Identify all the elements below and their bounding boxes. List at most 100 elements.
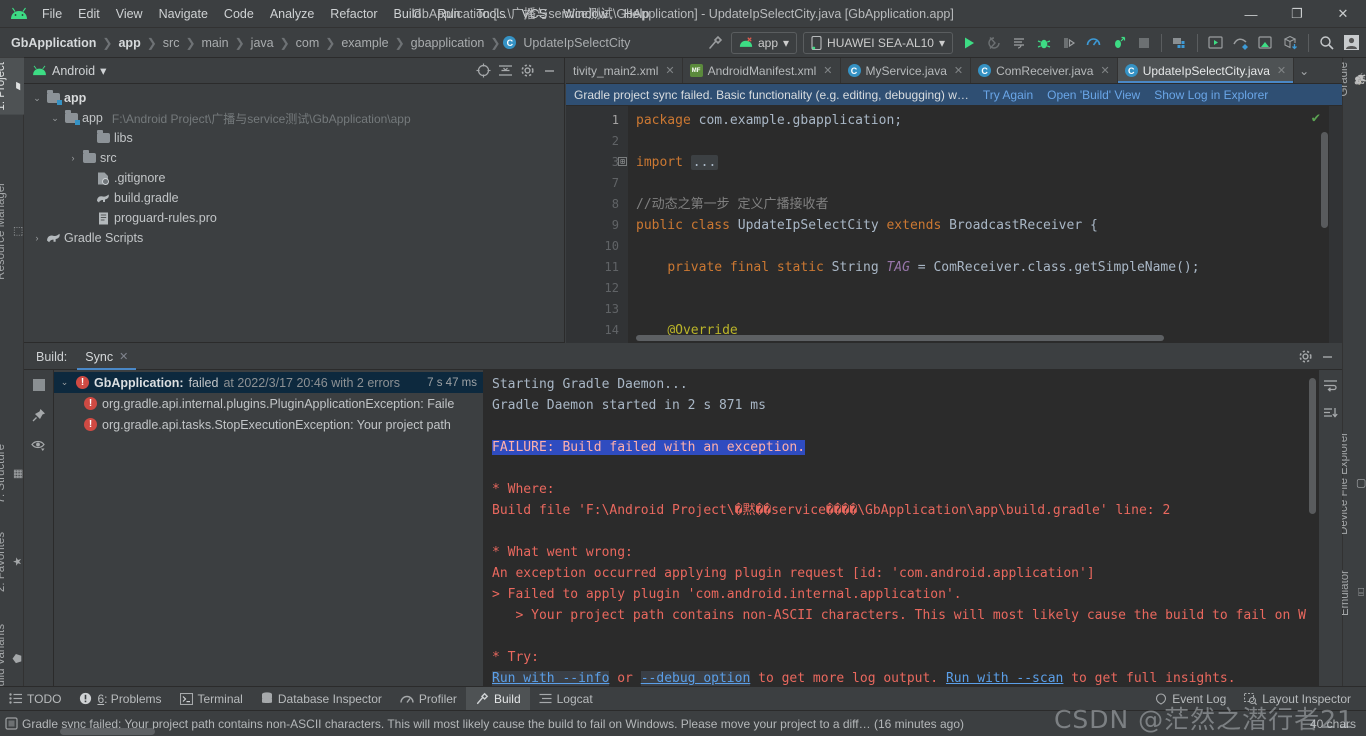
editor-vertical-scrollbar[interactable]	[1321, 132, 1328, 228]
close-icon[interactable]: ✕	[1098, 64, 1109, 77]
minimize-button[interactable]: —	[1228, 0, 1274, 28]
tab-myservice-java[interactable]: C MyService.java ✕	[841, 58, 972, 83]
tree-node-app-root[interactable]: ⌄ app	[24, 88, 564, 108]
run-with-info-link[interactable]: Run with --info	[492, 671, 610, 686]
chevron-right-icon[interactable]: ›	[66, 153, 80, 163]
debug-icon[interactable]	[1031, 30, 1056, 55]
breadcrumb-item-gbapplication[interactable]: gbapplication	[408, 34, 488, 52]
open-build-view-link[interactable]: Open 'Build' View	[1047, 88, 1140, 102]
chevron-down-icon[interactable]: ⌄	[30, 93, 44, 104]
menu-refactor[interactable]: Refactor	[322, 4, 385, 24]
avd-manager-icon[interactable]	[1203, 30, 1228, 55]
breadcrumb-item-example[interactable]: example	[338, 34, 391, 52]
menu-code[interactable]: Code	[216, 4, 262, 24]
scroll-to-end-icon[interactable]	[1320, 402, 1342, 424]
build-variant-icon[interactable]	[1278, 30, 1303, 55]
sidebar-item-device-file-explorer[interactable]: ▢ Device File Explorer	[1338, 428, 1366, 539]
account-icon[interactable]	[1339, 30, 1364, 55]
profiler-icon[interactable]	[1081, 30, 1106, 55]
close-button[interactable]: ✕	[1320, 0, 1366, 28]
stop-icon[interactable]	[28, 374, 50, 396]
try-again-link[interactable]: Try Again	[983, 88, 1033, 102]
device-manager-icon[interactable]	[1253, 30, 1278, 55]
bottom-item-profiler[interactable]: Profiler	[391, 687, 466, 711]
search-icon[interactable]	[1314, 30, 1339, 55]
build-tree-row-error-1[interactable]: ! org.gradle.api.internal.plugins.Plugin…	[54, 393, 483, 414]
menu-vcs[interactable]: VCS	[513, 4, 555, 24]
breadcrumb-item-app[interactable]: app	[115, 34, 143, 52]
breadcrumb-item-src[interactable]: src	[160, 34, 183, 52]
breadcrumb-item-project[interactable]: GbApplication	[8, 34, 99, 52]
close-icon[interactable]: ✕	[119, 350, 128, 363]
debug-option-link[interactable]: --debug option	[640, 671, 751, 686]
sidebar-item-project[interactable]: ▰ 1: Project	[0, 58, 24, 115]
menu-build[interactable]: Build	[386, 4, 430, 24]
tab-comreceiver-java[interactable]: C ComReceiver.java ✕	[971, 58, 1118, 83]
build-tree-row-root[interactable]: ⌄ ! GbApplication: failed at 2022/3/17 2…	[54, 372, 483, 393]
tab-sync[interactable]: Sync ✕	[77, 344, 136, 370]
bottom-item-database-inspector[interactable]: Database Inspector	[252, 687, 391, 711]
target-icon[interactable]	[472, 60, 494, 82]
notification-icon[interactable]	[0, 717, 22, 730]
show-log-in-explorer-link[interactable]: Show Log in Explorer	[1154, 88, 1268, 102]
layout-editor-icon[interactable]	[1228, 30, 1253, 55]
bottom-item-build[interactable]: Build	[465, 686, 530, 711]
chevron-right-icon[interactable]: ›	[30, 233, 44, 243]
collapse-all-icon[interactable]	[494, 60, 516, 82]
breadcrumb-item-java[interactable]: java	[248, 34, 277, 52]
sdk-manager-icon[interactable]	[1167, 30, 1192, 55]
console-vertical-scrollbar[interactable]	[1309, 378, 1316, 514]
filter-eye-icon[interactable]	[28, 434, 50, 456]
menu-run[interactable]: Run	[429, 4, 468, 24]
build-tree-row-error-2[interactable]: ! org.gradle.api.tasks.StopExecutionExce…	[54, 414, 483, 435]
bottom-item-terminal[interactable]: Terminal	[171, 687, 252, 711]
close-icon[interactable]: ✕	[663, 64, 674, 77]
close-icon[interactable]: ✕	[821, 64, 832, 77]
menu-navigate[interactable]: Navigate	[151, 4, 216, 24]
tree-node-proguard-rules[interactable]: proguard-rules.pro	[24, 208, 564, 228]
sidebar-item-emulator[interactable]: ⌸ Emulator	[1339, 566, 1366, 620]
tree-node-gradle-scripts[interactable]: › Gradle Scripts	[24, 228, 564, 248]
bottom-item-layout-inspector[interactable]: Layout Inspector	[1235, 687, 1360, 711]
fold-expand-icon[interactable]: ⊞	[618, 157, 627, 166]
code-editor[interactable]: 1 2 3 7 8 9 10 11 12 13 14 ⊞ package com…	[566, 106, 1342, 343]
tab-activity-main2-xml[interactable]: tivity_main2.xml ✕	[566, 58, 683, 83]
apply-code-changes-icon[interactable]	[1106, 30, 1131, 55]
breadcrumb-item-main[interactable]: main	[199, 34, 232, 52]
chevron-down-icon[interactable]: ⌄	[58, 377, 71, 388]
tree-node-libs[interactable]: libs	[24, 128, 564, 148]
tab-overflow-chevron-down-icon[interactable]: ⌄	[1294, 58, 1314, 83]
breadcrumb-item-class[interactable]: UpdateIpSelectCity	[520, 34, 633, 52]
attach-debugger-icon[interactable]	[1056, 30, 1081, 55]
menu-tools[interactable]: Tools	[468, 4, 513, 24]
device-selector[interactable]: HUAWEI SEA-AL10 ▾	[803, 31, 953, 54]
hammer-icon[interactable]	[703, 30, 728, 55]
apply-changes-icon[interactable]	[1006, 30, 1031, 55]
bottom-item-logcat[interactable]: Logcat	[530, 687, 602, 711]
menu-file[interactable]: File	[34, 4, 70, 24]
bottom-item-problems[interactable]: 6 : Problems	[70, 687, 170, 711]
inspection-status-icon[interactable]: ✔	[1312, 110, 1320, 126]
tree-node-src[interactable]: › src	[24, 148, 564, 168]
close-icon[interactable]: ✕	[952, 64, 963, 77]
project-view-selector[interactable]: Android ▾	[28, 63, 106, 78]
build-console-output[interactable]: Starting Gradle Daemon... Gradle Daemon …	[484, 370, 1342, 686]
tab-android-manifest-xml[interactable]: MF AndroidManifest.xml ✕	[683, 58, 841, 83]
run-configuration-selector[interactable]: app ▾	[730, 31, 798, 54]
marker-gutter[interactable]	[1329, 106, 1342, 343]
soft-wrap-icon[interactable]	[1320, 374, 1342, 396]
menu-window[interactable]: Window	[555, 4, 615, 24]
minimize-icon[interactable]	[538, 60, 560, 82]
pin-icon[interactable]	[28, 404, 50, 426]
chevron-down-icon[interactable]: ⌄	[48, 113, 62, 124]
run-with-scan-link[interactable]: Run with --scan	[946, 671, 1063, 686]
tree-node-app-module[interactable]: ⌄ app F:\Android Project\广播与service测试\Gb…	[24, 108, 564, 128]
status-scrollbar-stub[interactable]	[60, 728, 155, 735]
run-icon[interactable]	[956, 30, 981, 55]
bottom-item-event-log[interactable]: Event Log	[1146, 687, 1235, 711]
sidebar-item-structure[interactable]: ▦ 7: Structure	[0, 440, 24, 507]
sidebar-item-favorites[interactable]: ★ 2: Favorites	[0, 528, 24, 596]
sidebar-item-gradle[interactable]: 🐘 Gradle	[1338, 58, 1366, 101]
tree-node-gitignore[interactable]: .gitignore	[24, 168, 564, 188]
breadcrumb-item-com[interactable]: com	[293, 34, 323, 52]
